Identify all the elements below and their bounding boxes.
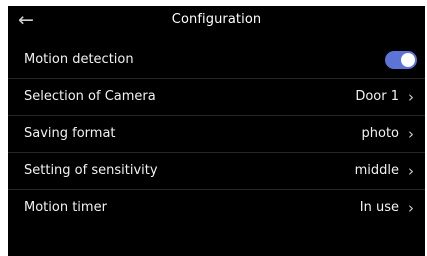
setting-row-motion-timer[interactable]: Motion timer In use › <box>8 189 425 226</box>
setting-row-motion-detection[interactable]: Motion detection <box>8 42 425 78</box>
setting-label: Motion detection <box>24 52 134 67</box>
setting-value: In use <box>359 200 399 215</box>
setting-value: Door 1 <box>355 89 399 104</box>
toggle-knob <box>401 53 415 67</box>
header-bar: ← Configuration <box>8 6 425 36</box>
setting-row-saving-format[interactable]: Saving format photo › <box>8 115 425 152</box>
page-title: Configuration <box>171 12 262 27</box>
chevron-right-icon: › <box>408 199 414 217</box>
setting-label: Saving format <box>24 126 116 141</box>
setting-value: photo <box>361 126 400 141</box>
chevron-right-icon: › <box>408 162 414 180</box>
setting-value: middle <box>354 163 399 178</box>
setting-row-selection-of-camera[interactable]: Selection of Camera Door 1 › <box>8 78 425 115</box>
chevron-right-icon: › <box>408 125 414 143</box>
chevron-right-icon: › <box>408 88 414 106</box>
motion-detection-toggle[interactable] <box>385 51 417 69</box>
setting-label: Setting of sensitivity <box>24 163 158 178</box>
setting-label: Motion timer <box>24 200 107 215</box>
setting-label: Selection of Camera <box>24 89 156 104</box>
configuration-screen: ← Configuration Motion detection Selecti… <box>8 6 425 256</box>
setting-row-setting-of-sensitivity[interactable]: Setting of sensitivity middle › <box>8 152 425 189</box>
settings-list: Motion detection Selection of Camera Doo… <box>8 42 425 226</box>
